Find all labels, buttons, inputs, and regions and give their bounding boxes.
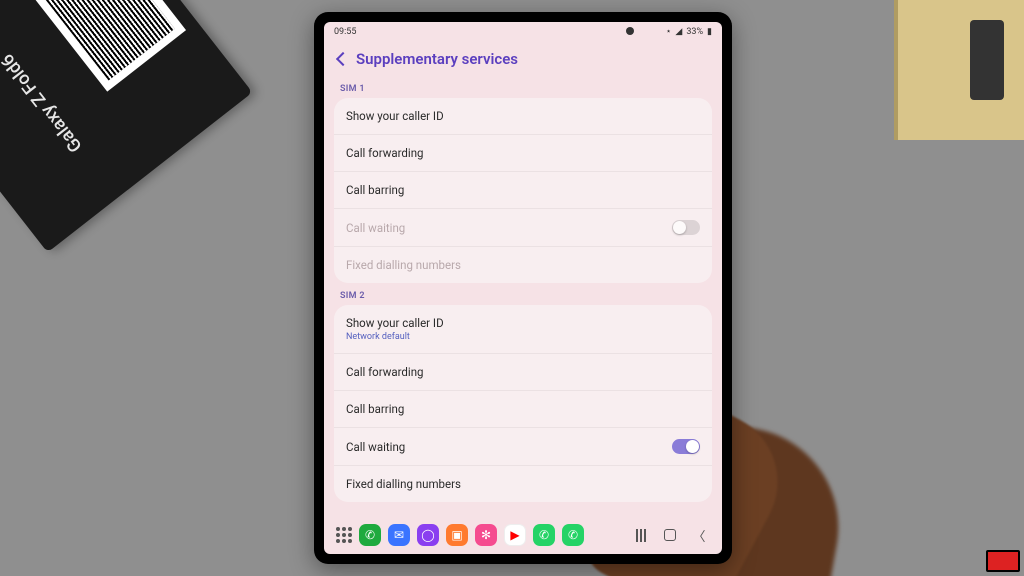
messages-app-icon[interactable]: ✉: [388, 524, 410, 546]
youtube-app-icon[interactable]: ▶: [504, 524, 526, 546]
battery-label: 33%: [686, 27, 703, 37]
taskbar: ✆ ✉ ◯ ▣ ✻ ▶ ✆ ✆ 〈: [324, 516, 722, 554]
row-label: Call forwarding: [346, 146, 424, 160]
header: Supplementary services: [324, 42, 722, 76]
row-label: Call forwarding: [346, 365, 424, 379]
tablet-device: 09:55 ⋆ ◢ 33% ▮ Supplementary services S…: [314, 12, 732, 564]
row-label: Fixed dialling numbers: [346, 477, 461, 491]
content: SIM 1 Show your caller ID Call forwardin…: [324, 76, 722, 516]
product-box: Galaxy Z Fold6: [0, 0, 252, 252]
hinge: [970, 20, 1004, 100]
sim2-card: Show your caller ID Network default Call…: [334, 305, 712, 502]
sim1-label: SIM 1: [334, 76, 712, 98]
sim2-call-waiting[interactable]: Call waiting: [334, 428, 712, 466]
product-brand: Galaxy Z Fold6: [0, 50, 87, 157]
wifi-icon: ⋆: [666, 27, 672, 37]
sim1-fixed-dialling[interactable]: Fixed dialling numbers: [334, 247, 712, 283]
phone-app-icon[interactable]: ✆: [359, 524, 381, 546]
whatsapp-app-icon[interactable]: ✆: [533, 524, 555, 546]
sim2-fixed-dialling[interactable]: Fixed dialling numbers: [334, 466, 712, 502]
sim2-call-barring[interactable]: Call barring: [334, 391, 712, 428]
row-label: Call waiting: [346, 221, 405, 235]
sim2-call-waiting-toggle[interactable]: [672, 439, 700, 454]
row-label: Call waiting: [346, 440, 405, 454]
wooden-block: [894, 0, 1024, 140]
nav-back-icon[interactable]: 〈: [688, 526, 710, 545]
status-bar: 09:55 ⋆ ◢ 33% ▮: [324, 22, 722, 42]
battery-icon: ▮: [707, 27, 712, 37]
row-label: Fixed dialling numbers: [346, 258, 461, 272]
sim1-call-forwarding[interactable]: Call forwarding: [334, 135, 712, 172]
row-sublabel: Network default: [346, 332, 444, 342]
row-label: Show your caller ID: [346, 316, 444, 330]
sim1-call-waiting[interactable]: Call waiting: [334, 209, 712, 247]
nav-recent-icon[interactable]: [630, 529, 652, 542]
status-time: 09:55: [334, 27, 356, 37]
app-icon-purple[interactable]: ◯: [417, 524, 439, 546]
status-right: ⋆ ◢ 33% ▮: [666, 27, 712, 37]
back-icon[interactable]: [336, 52, 350, 66]
sim1-call-waiting-toggle[interactable]: [672, 220, 700, 235]
app-icon-orange[interactable]: ▣: [446, 524, 468, 546]
screen: 09:55 ⋆ ◢ 33% ▮ Supplementary services S…: [324, 22, 722, 554]
sim1-caller-id[interactable]: Show your caller ID: [334, 98, 712, 135]
sim2-label: SIM 2: [334, 283, 712, 305]
sim2-caller-id[interactable]: Show your caller ID Network default: [334, 305, 712, 354]
app-icon-pink[interactable]: ✻: [475, 524, 497, 546]
nav-home-icon[interactable]: [659, 529, 681, 541]
page-title: Supplementary services: [356, 50, 518, 68]
row-label: Call barring: [346, 402, 404, 416]
sim2-call-forwarding[interactable]: Call forwarding: [334, 354, 712, 391]
sim1-call-barring[interactable]: Call barring: [334, 172, 712, 209]
app-drawer-icon[interactable]: [336, 527, 352, 543]
watermark-icon: [986, 550, 1020, 572]
signal-icon: ◢: [675, 27, 682, 37]
barcode: [33, 0, 186, 92]
row-label: Call barring: [346, 183, 404, 197]
whatsapp-business-app-icon[interactable]: ✆: [562, 524, 584, 546]
sim1-card: Show your caller ID Call forwarding Call…: [334, 98, 712, 283]
camera-hole-icon: [626, 27, 634, 35]
row-label: Show your caller ID: [346, 109, 444, 123]
